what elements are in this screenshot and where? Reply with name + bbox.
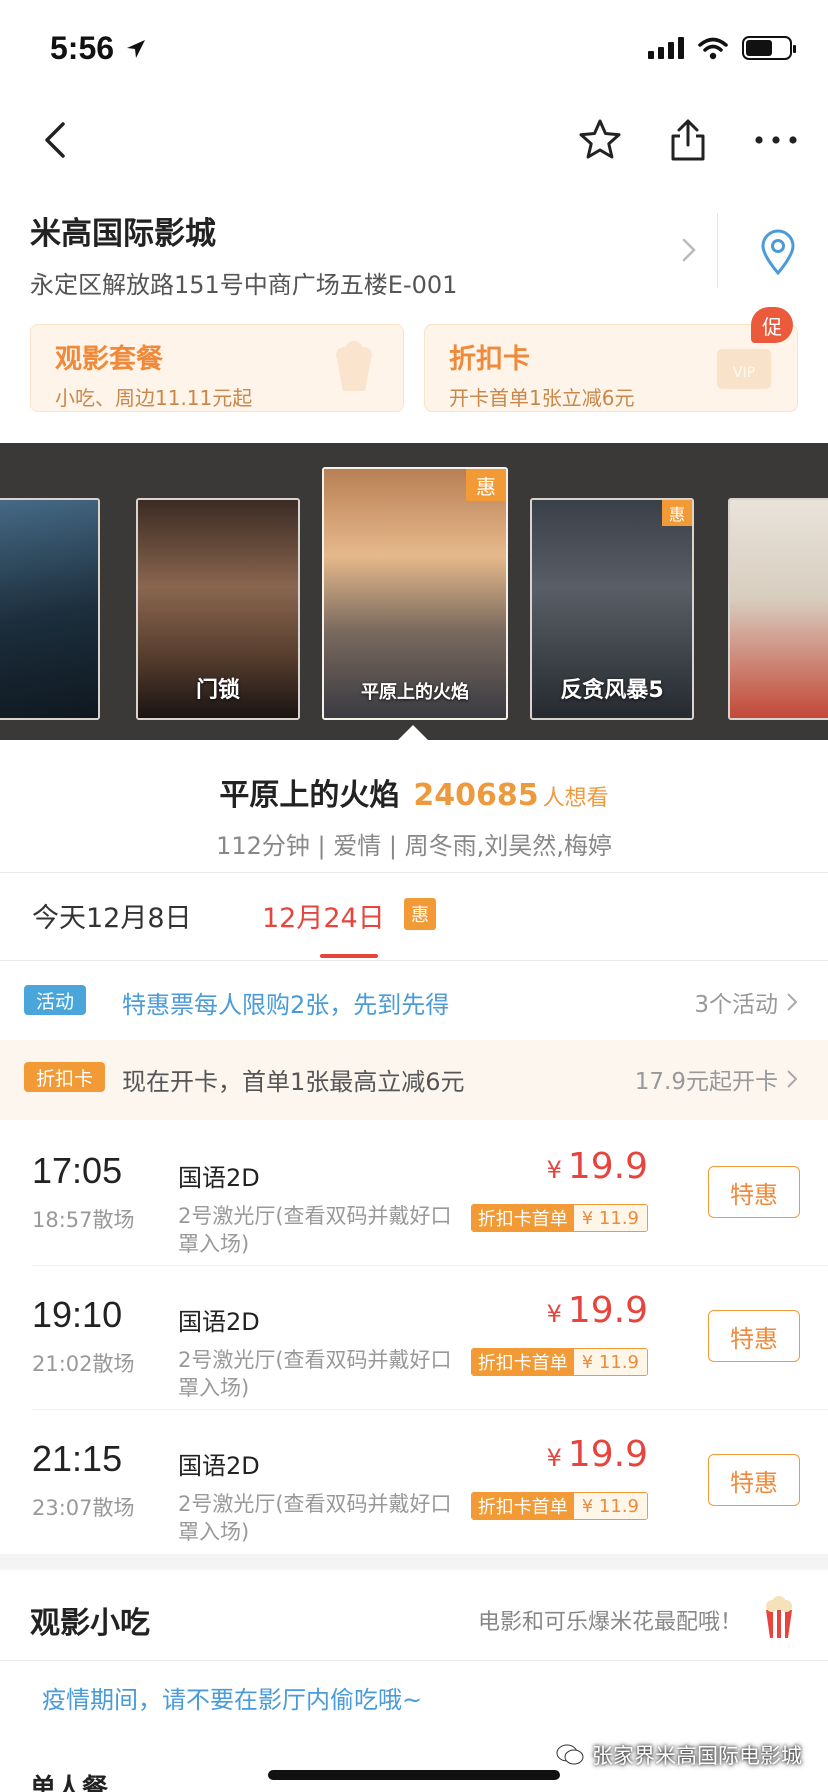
show-price: ¥19.9 — [546, 1290, 648, 1331]
popcorn-icon — [336, 341, 372, 391]
show-price: ¥19.9 — [546, 1434, 648, 1475]
divider — [0, 960, 828, 961]
section-gap — [0, 1554, 828, 1570]
discount-card-price: 折扣卡首单 ¥ 11.9 — [470, 1204, 648, 1232]
share-icon[interactable] — [658, 110, 718, 170]
discount-card-row[interactable]: 折扣卡 现在开卡，首单1张最高立减6元 17.9元起开卡 — [0, 1040, 828, 1120]
want-count: 240685 — [413, 778, 539, 813]
chevron-right-icon — [787, 1070, 798, 1088]
poster-discount-badge: 惠 — [466, 469, 506, 501]
vip-card-icon: VIP — [717, 349, 771, 389]
want-label: 人想看 — [542, 786, 609, 811]
discount-card-price: 折扣卡首单 ¥ 11.9 — [470, 1492, 648, 1520]
activity-text: 特惠票每人限购2张，先到先得 — [122, 991, 450, 1019]
tab-dec-24[interactable]: 12月24日 — [262, 896, 385, 935]
snack-section-header: 观影小吃 电影和可乐爆米花最配哦！ — [0, 1572, 828, 1662]
nav-bar — [0, 110, 828, 190]
snack-title: 观影小吃 — [30, 1606, 150, 1641]
showtime-row[interactable]: 17:05 18:57散场 国语2D 2号激光厅(查看双码并戴好口罩入场) ¥1… — [0, 1122, 828, 1266]
movie-info: 平原上的火焰 240685 人想看 112分钟 | 爱情 | 周冬雨,刘昊然,梅… — [0, 740, 828, 870]
activity-count: 3个活动 — [694, 985, 798, 1019]
movie-title: 平原上的火焰 — [219, 778, 400, 813]
status-time: 5:56 — [50, 30, 147, 67]
snack-notice: 疫情期间，请不要在影厅内偷吃哦~ — [42, 1686, 423, 1714]
wechat-icon — [556, 1744, 584, 1765]
home-indicator — [268, 1770, 560, 1780]
show-hall: 2号激光厅(查看双码并戴好口罩入场) — [178, 1204, 452, 1256]
discount-text: 现在开卡，首单1张最高立减6元 — [122, 1068, 465, 1096]
status-icons — [648, 36, 796, 60]
cinema-address: 永定区解放路151号中商广场五楼E-001 — [30, 271, 458, 299]
selection-pointer — [397, 725, 429, 740]
buy-special-button[interactable]: 特惠 — [708, 1454, 800, 1506]
date-tabs: 今天12月8日 12月24日 惠 — [0, 876, 828, 960]
divider — [0, 872, 828, 873]
star-icon[interactable] — [570, 110, 630, 170]
combo-promo-card[interactable]: 观影套餐 小吃、周边11.11元起 — [30, 324, 404, 412]
activity-tag: 活动 — [24, 985, 87, 1015]
divider — [717, 213, 718, 288]
status-bar: 5:56 — [0, 0, 828, 100]
showtime-row[interactable]: 21:15 23:07散场 国语2D 2号激光厅(查看双码并戴好口罩入场) ¥1… — [0, 1410, 828, 1554]
watermark: 张家界米高国际电影城 — [556, 1740, 802, 1770]
tab-today[interactable]: 今天12月8日 — [32, 896, 192, 935]
show-end-time: 23:07散场 — [32, 1496, 135, 1520]
back-icon[interactable] — [26, 110, 86, 170]
svg-text:VIP: VIP — [733, 365, 755, 381]
chevron-right-icon — [787, 993, 798, 1011]
show-end-time: 21:02散场 — [32, 1352, 135, 1376]
signal-icon — [648, 37, 684, 59]
poster-movie[interactable] — [0, 498, 100, 720]
discount-tag: 折扣卡 — [24, 1062, 106, 1092]
poster-movie[interactable]: 门锁 — [136, 498, 300, 720]
poster-title: 门锁 — [195, 678, 240, 703]
active-tab-indicator — [320, 954, 378, 958]
divider — [0, 1660, 828, 1661]
show-start-time: 19:10 — [32, 1294, 123, 1335]
show-start-time: 21:15 — [32, 1438, 123, 1479]
chevron-right-icon — [682, 238, 696, 262]
popcorn-cola-icon — [766, 1596, 792, 1638]
poster-movie[interactable] — [728, 498, 828, 720]
wifi-icon — [698, 37, 728, 60]
poster-discount-badge: 惠 — [662, 500, 692, 526]
cinema-info[interactable]: 米高国际影城 永定区解放路151号中商广场五楼E-001 — [30, 208, 798, 299]
movie-meta: 112分钟 | 爱情 | 周冬雨,刘昊然,梅婷 — [216, 832, 612, 860]
promo-badge: 促 — [751, 307, 793, 343]
buy-special-button[interactable]: 特惠 — [708, 1310, 800, 1362]
show-price: ¥19.9 — [546, 1146, 648, 1187]
show-end-time: 18:57散场 — [32, 1208, 135, 1232]
snack-subsection-title: 单人餐 — [30, 1774, 109, 1792]
discount-card-price: 折扣卡首单 ¥ 11.9 — [470, 1348, 648, 1376]
location-pin-icon[interactable] — [758, 228, 798, 276]
tab-discount-badge: 惠 — [404, 898, 436, 930]
more-icon[interactable] — [746, 110, 806, 170]
poster-movie[interactable]: 反贪风暴5 惠 — [530, 498, 694, 720]
location-arrow-icon — [126, 40, 145, 58]
showtime-row[interactable]: 19:10 21:02散场 国语2D 2号激光厅(查看双码并戴好口罩入场) ¥1… — [0, 1266, 828, 1410]
poster-title: 平原上的火焰 — [361, 682, 469, 703]
buy-special-button[interactable]: 特惠 — [708, 1166, 800, 1218]
poster-carousel[interactable]: 门锁 平原上的火焰 惠 反贪风暴5 惠 — [0, 443, 828, 740]
show-language: 国语2D — [178, 1452, 260, 1480]
discount-card-promo[interactable]: 折扣卡 开卡首单1张立减6元 VIP 促 — [424, 307, 798, 412]
poster-title: 反贪风暴5 — [560, 678, 664, 703]
show-hall: 2号激光厅(查看双码并戴好口罩入场) — [178, 1492, 452, 1544]
show-language: 国语2D — [178, 1308, 260, 1336]
show-hall: 2号激光厅(查看双码并戴好口罩入场) — [178, 1348, 452, 1400]
poster-movie-selected[interactable]: 平原上的火焰 惠 — [322, 467, 508, 720]
battery-icon — [742, 36, 796, 60]
show-language: 国语2D — [178, 1164, 260, 1192]
snack-hint: 电影和可乐爆米花最配哦！ — [477, 1610, 742, 1635]
discount-open-price: 17.9元起开卡 — [635, 1062, 798, 1096]
activity-row[interactable]: 活动 特惠票每人限购2张，先到先得 3个活动 — [0, 963, 828, 1037]
show-start-time: 17:05 — [32, 1150, 123, 1191]
